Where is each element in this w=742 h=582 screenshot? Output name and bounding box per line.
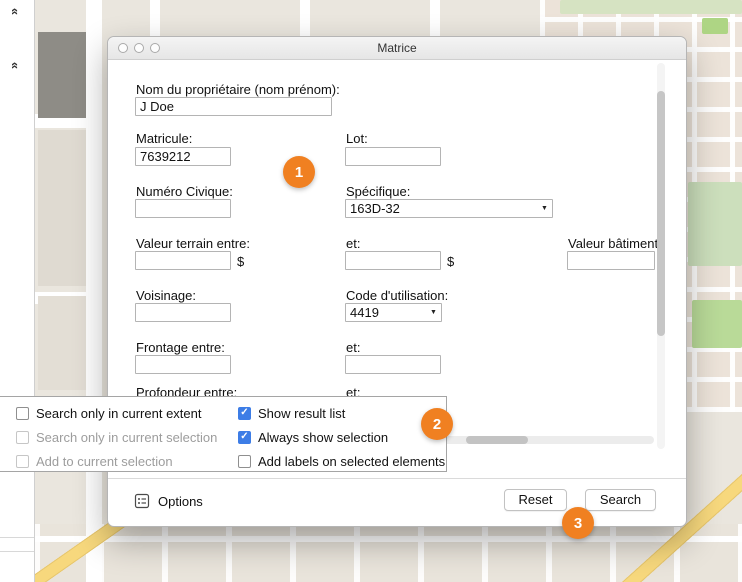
collapse-panel-button[interactable]: «: [6, 2, 26, 20]
checkbox-box: ✓: [238, 407, 251, 420]
chevron-down-icon: ▼: [426, 309, 441, 316]
map-building-block: [38, 32, 86, 118]
checkbox-box: [238, 455, 251, 468]
map-city-block: [38, 130, 86, 286]
dialog-titlebar[interactable]: Matrice: [108, 37, 686, 60]
zoom-button[interactable]: [150, 43, 160, 53]
collapse-icon: «: [8, 61, 23, 68]
frontage-max-input[interactable]: [345, 355, 441, 374]
checkbox-box: ✓: [238, 431, 251, 444]
horizontal-scrollbar-thumb[interactable]: [466, 436, 528, 444]
lot-label: Lot:: [346, 131, 368, 146]
civic-label: Numéro Civique:: [136, 184, 233, 199]
code-utilisation-label: Code d'utilisation:: [346, 288, 448, 303]
checkbox-search-current-selection[interactable]: Search only in current selection: [16, 429, 217, 445]
check-icon: ✓: [240, 432, 248, 442]
chevron-down-icon: ▼: [537, 205, 552, 212]
matricule-label: Matricule:: [136, 131, 192, 146]
owner-input[interactable]: [135, 97, 332, 116]
vertical-scrollbar-thumb[interactable]: [657, 91, 665, 336]
voisinage-label: Voisinage:: [136, 288, 196, 303]
checkbox-show-result-list[interactable]: ✓ Show result list: [238, 405, 345, 421]
map-park: [702, 18, 728, 34]
options-button[interactable]: Options: [134, 489, 203, 513]
specifique-value: 163D-32: [346, 201, 537, 216]
checkbox-box: [16, 431, 29, 444]
map-city-block: [38, 296, 86, 390]
matricule-input[interactable]: [135, 147, 231, 166]
annotation-badge-2: 2: [421, 408, 453, 440]
left-sidebar: « «: [0, 0, 35, 582]
collapse-panel-button-2[interactable]: «: [6, 56, 26, 74]
voisinage-input[interactable]: [135, 303, 231, 322]
checkbox-label: Show result list: [258, 406, 345, 421]
collapse-icon: «: [8, 7, 23, 14]
map-road-vertical: [150, 0, 160, 36]
sidebar-divider: [0, 551, 34, 552]
valeur-terrain-label: Valeur terrain entre:: [136, 236, 250, 251]
lot-input[interactable]: [345, 147, 441, 166]
et-label: et:: [346, 236, 360, 251]
reset-button[interactable]: Reset: [504, 489, 567, 511]
checkbox-label: Add to current selection: [36, 454, 173, 469]
search-options-panel: Search only in current extent Search onl…: [0, 396, 447, 472]
map-park: [692, 300, 742, 348]
specifique-select[interactable]: 163D-32 ▼: [345, 199, 553, 218]
checkbox-always-show-selection[interactable]: ✓ Always show selection: [238, 429, 388, 445]
map-park: [688, 182, 742, 266]
dollar-sign: $: [237, 254, 244, 269]
code-utilisation-select[interactable]: 4419 ▼: [345, 303, 442, 322]
close-button[interactable]: [118, 43, 128, 53]
checkbox-label: Search only in current extent: [36, 406, 201, 421]
map-road-vertical: [430, 0, 440, 36]
valeur-batiment-input[interactable]: [567, 251, 655, 270]
checkbox-label: Search only in current selection: [36, 430, 217, 445]
checkbox-box: [16, 455, 29, 468]
options-button-label: Options: [158, 494, 203, 509]
valeur-terrain-max-input[interactable]: [345, 251, 441, 270]
valeur-terrain-min-input[interactable]: [135, 251, 231, 270]
app-root: « « Matrice Nom du propriétaire (nom pré…: [0, 0, 742, 582]
search-button[interactable]: Search: [585, 489, 656, 511]
dollar-sign: $: [447, 254, 454, 269]
civic-input[interactable]: [135, 199, 231, 218]
checkbox-box: [16, 407, 29, 420]
checkbox-add-to-selection[interactable]: Add to current selection: [16, 453, 173, 469]
valeur-batiment-label: Valeur bâtiment: [568, 236, 664, 251]
checkbox-add-labels[interactable]: Add labels on selected elements: [238, 453, 445, 469]
owner-label: Nom du propriétaire (nom prénom):: [136, 82, 340, 97]
options-icon: [134, 493, 150, 509]
sidebar-divider: [0, 537, 34, 538]
check-icon: ✓: [240, 408, 248, 418]
checkbox-label: Add labels on selected elements: [258, 454, 445, 469]
footer-divider: [108, 478, 686, 479]
code-utilisation-value: 4419: [346, 305, 426, 320]
annotation-badge-1: 1: [283, 156, 315, 188]
minimize-button[interactable]: [134, 43, 144, 53]
map-road-vertical: [86, 0, 102, 582]
vertical-scrollbar[interactable]: [657, 63, 665, 449]
dialog-title: Matrice: [108, 37, 686, 59]
map-road-vertical: [300, 0, 310, 36]
map-park: [560, 0, 742, 14]
et-label: et:: [346, 340, 360, 355]
specifique-label: Spécifique:: [346, 184, 410, 199]
checkbox-search-current-extent[interactable]: Search only in current extent: [16, 405, 201, 421]
checkbox-label: Always show selection: [258, 430, 388, 445]
frontage-min-input[interactable]: [135, 355, 231, 374]
frontage-label: Frontage entre:: [136, 340, 225, 355]
annotation-badge-3: 3: [562, 507, 594, 539]
